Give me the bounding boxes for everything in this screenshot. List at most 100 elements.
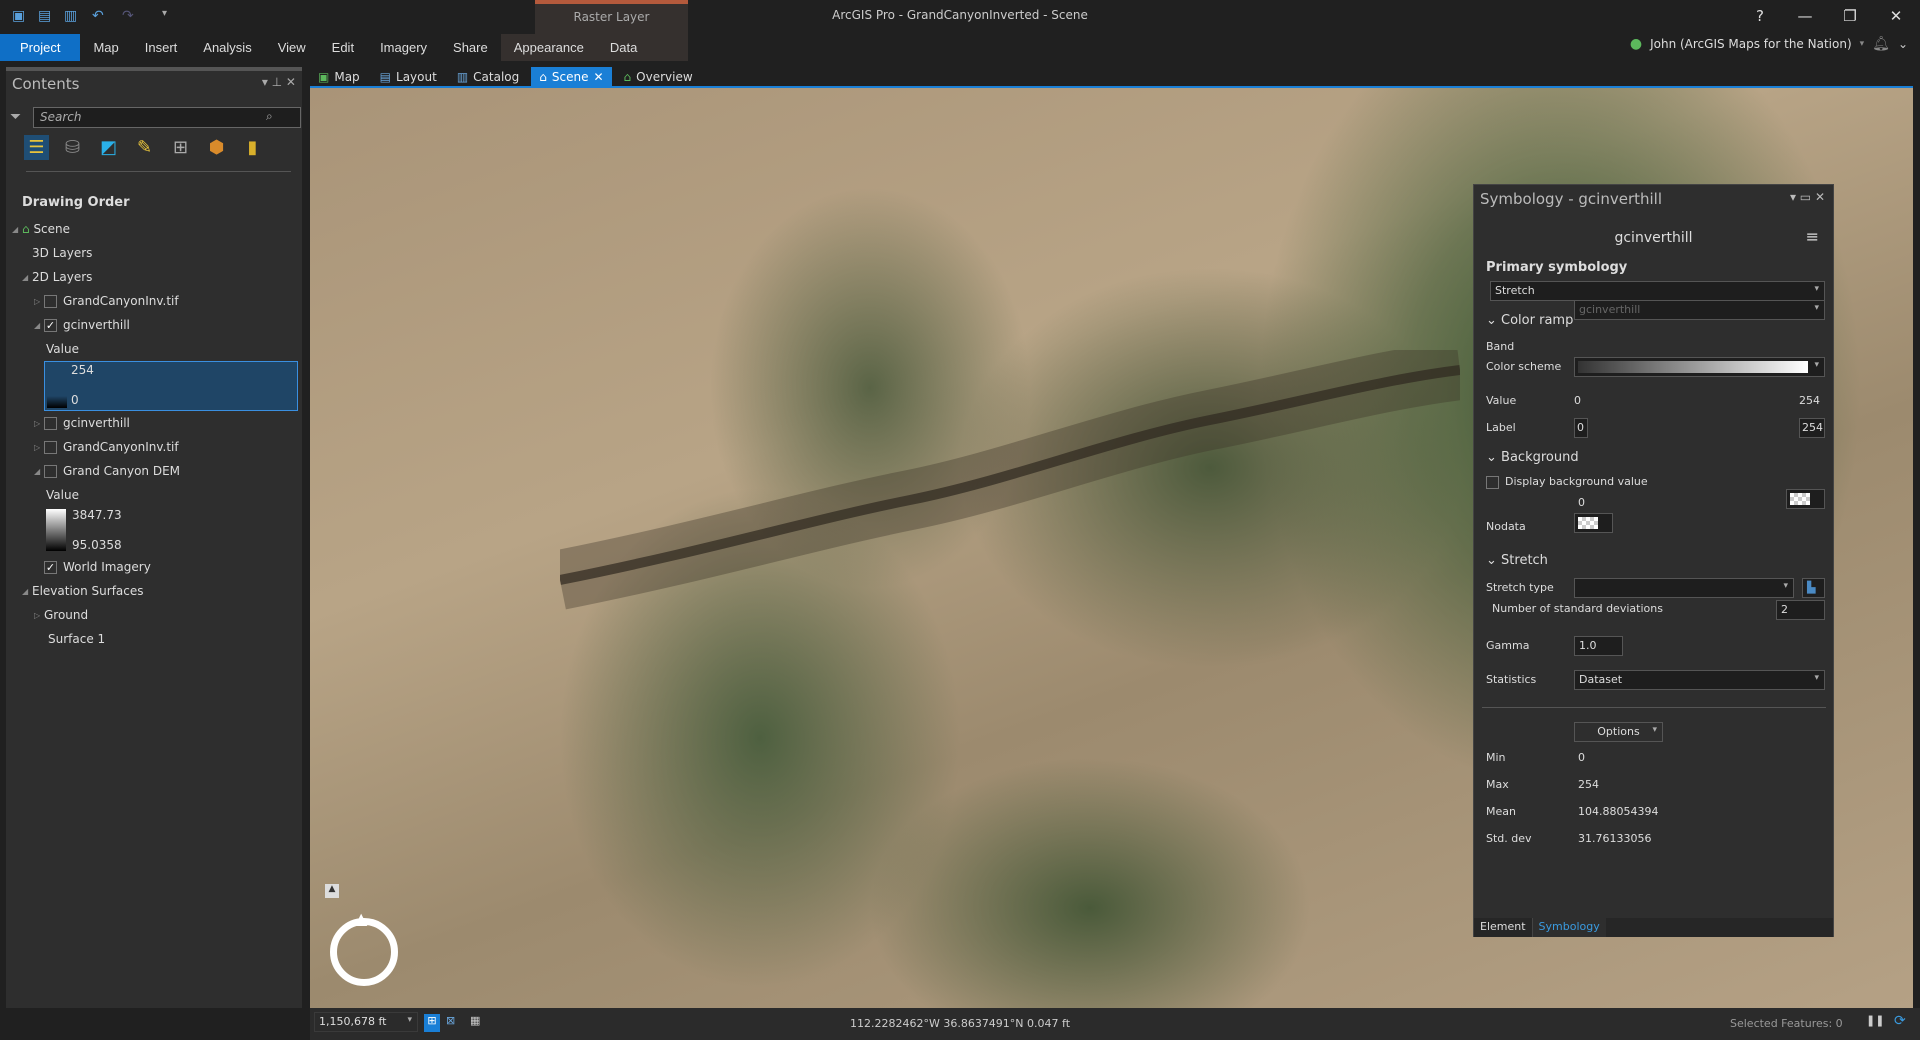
view-tab-overview[interactable]: ⌂ Overview <box>616 67 701 87</box>
filter-icon[interactable]: ⏷ <box>10 109 21 125</box>
tab-symbology[interactable]: Symbology <box>1532 918 1606 937</box>
view-tab-map[interactable]: ▣ Map <box>310 67 368 87</box>
tree-elevation-surfaces[interactable]: ◢ Elevation Surfaces <box>6 579 302 603</box>
open-project-icon[interactable]: ▤ <box>38 8 56 24</box>
tab-view[interactable]: View <box>265 34 319 61</box>
charts-icon[interactable]: ▮ <box>240 135 265 160</box>
refresh-icon[interactable]: ⟳ <box>1894 1013 1906 1029</box>
tree-2d-layers[interactable]: ◢ 2D Layers <box>6 265 302 289</box>
close-icon[interactable]: ✕ <box>593 67 603 87</box>
pane-controls[interactable]: ▾ ⊥ ✕ <box>262 75 296 93</box>
drawing-order-icon[interactable]: ☰ <box>24 135 49 160</box>
tab-share[interactable]: Share <box>440 34 501 61</box>
selected-features[interactable]: Selected Features: 0 <box>1730 1017 1843 1030</box>
band-select[interactable]: gcinverthill <box>1574 300 1825 320</box>
help-button[interactable]: ? <box>1740 4 1780 28</box>
tree-scene[interactable]: ◢ ⌂ Scene <box>6 217 302 241</box>
tab-data[interactable]: Data <box>596 34 651 61</box>
search-icon[interactable]: ⌕ <box>266 109 273 124</box>
label: Ground <box>44 608 89 622</box>
legend-max: 254 <box>71 363 94 377</box>
label-max-input[interactable]: 254 <box>1799 418 1825 438</box>
tree-ground[interactable]: ▷ Ground <box>6 603 302 627</box>
gamma-input[interactable]: 1.0 <box>1574 636 1623 656</box>
data-source-icon[interactable]: ⛁ <box>60 135 85 160</box>
customize-toolbar-icon[interactable]: ▾ <box>162 8 180 24</box>
label-min-input[interactable]: 0 <box>1574 418 1588 438</box>
undo-icon[interactable]: ↶ <box>92 8 110 24</box>
stretch-section[interactable]: ⌄ Stretch <box>1486 553 1548 568</box>
tab-map[interactable]: Map <box>80 34 131 61</box>
layer-world-imagery[interactable]: ✓ World Imagery <box>6 555 302 579</box>
layer-checkbox[interactable] <box>44 295 57 308</box>
menu-icon[interactable]: ≡ <box>1806 227 1819 246</box>
legend-ramp-selected[interactable]: 254 0 <box>44 361 298 411</box>
ribbon-tabs: Project Map Insert Analysis View Edit Im… <box>0 34 651 61</box>
save-project-icon[interactable]: ▥ <box>64 8 82 24</box>
display-background-checkbox[interactable]: Display background value <box>1486 475 1648 489</box>
layer-name: gcinverthill <box>1614 230 1693 246</box>
layer-gcinverthill-1[interactable]: ◢ ✓ gcinverthill <box>6 313 302 337</box>
restore-button[interactable]: ❐ <box>1830 4 1870 28</box>
background-color-picker[interactable] <box>1786 489 1825 509</box>
background-section[interactable]: ⌄ Background <box>1486 450 1579 465</box>
tab-element[interactable]: Element <box>1474 918 1533 937</box>
layer-checkbox[interactable] <box>44 417 57 430</box>
ribbon-collapse-icon[interactable]: ⌄ <box>1898 37 1908 51</box>
options-button[interactable]: Options <box>1574 722 1663 742</box>
tab-project[interactable]: Project <box>0 34 81 61</box>
stretch-type-select[interactable] <box>1574 578 1794 598</box>
tree-surface-1[interactable]: Surface 1 <box>6 627 302 651</box>
color-ramp-section[interactable]: ⌄ Color ramp <box>1486 313 1573 328</box>
user-account[interactable]: ● John (ArcGIS Maps for the Nation) ▾ 🔔︎… <box>1630 36 1908 52</box>
layer-grandcanyoninv-1[interactable]: ▷ GrandCanyonInv.tif <box>6 289 302 313</box>
layer-checkbox[interactable] <box>44 465 57 478</box>
minimize-button[interactable]: — <box>1785 4 1825 28</box>
pane-controls[interactable]: ▾ ▭ ✕ <box>1790 190 1825 204</box>
redo-icon[interactable]: ↷ <box>122 8 140 24</box>
snapping-icon[interactable]: ⊞ <box>168 135 193 160</box>
legend-min: 95.0358 <box>72 538 122 552</box>
labeling-icon[interactable]: ⬢ <box>204 135 229 160</box>
layer-checkbox[interactable]: ✓ <box>44 319 57 332</box>
layer-grand-canyon-dem[interactable]: ◢ Grand Canyon DEM <box>6 459 302 483</box>
tab-imagery[interactable]: Imagery <box>367 34 440 61</box>
tab-appearance[interactable]: Appearance <box>500 34 597 61</box>
view-tab-scene[interactable]: ⌂ Scene ✕ <box>531 67 612 87</box>
symbology-pane: Symbology - gcinverthill ▾ ▭ ✕ gcinverth… <box>1473 184 1834 937</box>
tab-edit[interactable]: Edit <box>319 34 367 61</box>
layer-checkbox[interactable] <box>44 441 57 454</box>
layer-gcinverthill-2[interactable]: ▷ gcinverthill <box>6 411 302 435</box>
legend-heading: Value <box>46 488 79 502</box>
num-std-input[interactable]: 2 <box>1776 600 1825 620</box>
close-button[interactable]: ✕ <box>1876 4 1916 28</box>
north-arrow-icon: ▲ <box>355 909 368 928</box>
new-project-icon[interactable]: ▣ <box>12 8 30 24</box>
statistics-select[interactable]: Dataset <box>1574 670 1825 690</box>
background-value: 0 <box>1578 496 1585 509</box>
nodata-color-picker[interactable] <box>1574 513 1613 533</box>
bell-icon[interactable]: 🔔︎ <box>1872 36 1890 52</box>
pause-icon[interactable]: ❚❚ <box>1866 1014 1884 1027</box>
checkbox[interactable] <box>1486 475 1499 489</box>
label: GrandCanyonInv.tif <box>63 440 179 454</box>
color-scheme-select[interactable] <box>1574 357 1825 377</box>
tab-insert[interactable]: Insert <box>132 34 191 61</box>
selection-icon[interactable]: ◩ <box>96 135 121 160</box>
tree-3d-layers[interactable]: 3D Layers <box>6 241 302 265</box>
navigator-control[interactable]: ▲ <box>330 909 398 986</box>
view-tab-layout[interactable]: ▤ Layout <box>372 67 445 87</box>
color-swatch <box>1790 493 1810 505</box>
search-input[interactable]: Search <box>33 107 301 128</box>
tab-analysis[interactable]: Analysis <box>190 34 264 61</box>
context-tab-label: Raster Layer <box>573 10 650 24</box>
view-tab-catalog[interactable]: ▥ Catalog <box>449 67 527 87</box>
histogram-button[interactable]: ▙ <box>1802 578 1825 598</box>
layer-grandcanyoninv-2[interactable]: ▷ GrandCanyonInv.tif <box>6 435 302 459</box>
expand-navigator-button[interactable]: ▲ <box>325 884 339 898</box>
editing-icon[interactable]: ✎ <box>132 135 157 160</box>
layout-icon: ▤ <box>379 70 392 84</box>
scene-icon: ⌂ <box>22 222 34 236</box>
primary-symbology-select[interactable]: Stretch <box>1490 281 1825 301</box>
layer-checkbox[interactable]: ✓ <box>44 561 57 574</box>
